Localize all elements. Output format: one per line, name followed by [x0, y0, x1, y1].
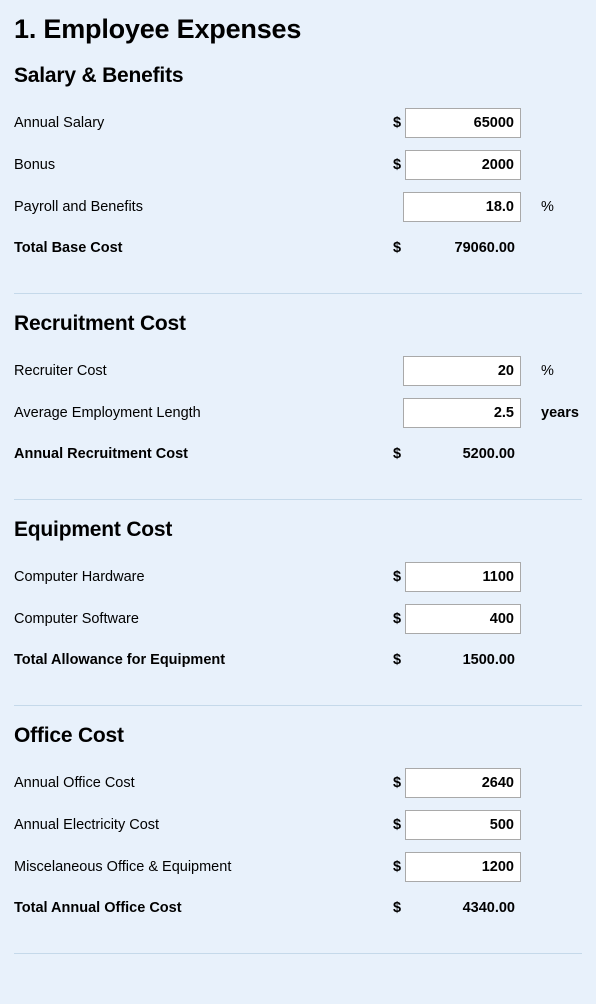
label-annual-recruitment-cost: Annual Recruitment Cost: [14, 446, 189, 462]
label-total-annual-office-cost: Total Annual Office Cost: [14, 900, 182, 916]
currency-symbol-miscelaneous-office-and-equipment: $: [392, 859, 402, 875]
input-computer-software[interactable]: [406, 605, 520, 633]
currency-symbol-annual-electricity-cost: $: [392, 817, 402, 833]
section-recruitment-cost: Recruitment CostRecruiter Cost%Average E…: [14, 294, 582, 482]
input-wrapper-average-employment-length: [403, 398, 521, 428]
input-wrapper-annual-salary: [405, 108, 521, 138]
row-miscelaneous-office-and-equipment: Miscelaneous Office & Equipment $: [14, 846, 582, 888]
label-bonus: Bonus: [14, 157, 56, 173]
currency-symbol-annual-salary: $: [392, 115, 402, 131]
row-total-base-cost: Total Base Cost $79060.00: [14, 228, 582, 268]
value-total-allowance-for-equipment: 1500.00: [462, 652, 515, 668]
currency-symbol-annual-recruitment-cost: $: [392, 446, 402, 462]
input-computer-hardware[interactable]: [406, 563, 520, 591]
currency-symbol-total-base-cost: $: [392, 240, 402, 256]
row-annual-electricity-cost: Annual Electricity Cost $: [14, 804, 582, 846]
value-annual-recruitment-cost: 5200.00: [462, 446, 515, 462]
input-wrapper-payroll-and-benefits: [403, 192, 521, 222]
currency-symbol-annual-office-cost: $: [392, 775, 402, 791]
page-title: 1. Employee Expenses: [14, 14, 302, 44]
label-miscelaneous-office-and-equipment: Miscelaneous Office & Equipment: [14, 859, 232, 875]
input-wrapper-annual-office-cost: [405, 768, 521, 798]
section-title-office-cost: Office Cost: [14, 724, 124, 747]
input-miscelaneous-office-and-equipment[interactable]: [406, 853, 520, 881]
section-equipment-cost: Equipment CostComputer Hardware$Computer…: [14, 500, 582, 688]
row-bonus: Bonus $: [14, 144, 582, 186]
section-salary-and-benefits: Salary & Benefits Annual Salary $ Bonus $ Pay…: [14, 46, 582, 276]
row-annual-recruitment-cost: Annual Recruitment Cost $5200.00: [14, 434, 582, 474]
section-title-recruitment-cost: Recruitment Cost: [14, 312, 186, 335]
label-computer-software: Computer Software: [14, 611, 139, 627]
input-wrapper-bonus: [405, 150, 521, 180]
section-office-cost: Office CostAnnual Office Cost$Annual Ele…: [14, 706, 582, 936]
input-annual-electricity-cost[interactable]: [406, 811, 520, 839]
input-average-employment-length[interactable]: [404, 399, 520, 427]
section-divider: [14, 953, 582, 954]
input-annual-salary[interactable]: [406, 109, 520, 137]
label-recruiter-cost: Recruiter Cost: [14, 363, 107, 379]
input-annual-office-cost[interactable]: [406, 769, 520, 797]
row-average-employment-length: Average Employment Length years: [14, 392, 582, 434]
currency-symbol-computer-hardware: $: [392, 569, 402, 585]
currency-symbol-bonus: $: [392, 157, 402, 173]
input-payroll-and-benefits[interactable]: [404, 193, 520, 221]
currency-symbol-computer-software: $: [392, 611, 402, 627]
input-wrapper-computer-hardware: [405, 562, 521, 592]
input-recruiter-cost[interactable]: [404, 357, 520, 385]
row-annual-salary: Annual Salary $: [14, 102, 582, 144]
label-payroll-and-benefits: Payroll and Benefits: [14, 199, 143, 215]
unit-payroll-and-benefits: %: [541, 199, 554, 215]
row-annual-office-cost: Annual Office Cost $: [14, 762, 582, 804]
input-wrapper-miscelaneous-office-and-equipment: [405, 852, 521, 882]
input-wrapper-recruiter-cost: [403, 356, 521, 386]
input-wrapper-annual-electricity-cost: [405, 810, 521, 840]
label-total-base-cost: Total Base Cost: [14, 240, 123, 256]
employee-expenses-form: 1. Employee Expenses Salary & Benefits An…: [0, 0, 596, 1004]
row-payroll-and-benefits: Payroll and Benefits%: [14, 186, 582, 228]
row-total-allowance-for-equipment: Total Allowance for Equipment $1500.00: [14, 640, 582, 680]
row-total-annual-office-cost: Total Annual Office Cost $4340.00: [14, 888, 582, 928]
section-title-equipment-cost: Equipment Cost: [14, 518, 173, 541]
row-computer-hardware: Computer Hardware $: [14, 556, 582, 598]
value-total-base-cost: 79060.00: [454, 240, 515, 256]
label-annual-electricity-cost: Annual Electricity Cost: [14, 817, 160, 833]
label-average-employment-length: Average Employment Length: [14, 405, 201, 421]
input-bonus[interactable]: [406, 151, 520, 179]
sections-container: Salary & Benefits Annual Salary $ Bonus $ Pay…: [14, 46, 582, 954]
label-computer-hardware: Computer Hardware: [14, 569, 145, 585]
unit-average-employment-length: years: [541, 405, 579, 421]
label-total-allowance-for-equipment: Total Allowance for Equipment: [14, 652, 226, 668]
value-total-annual-office-cost: 4340.00: [462, 900, 515, 916]
section-title-salary-and-benefits: Salary & Benefits: [14, 64, 184, 87]
label-annual-office-cost: Annual Office Cost: [14, 775, 135, 791]
unit-recruiter-cost: %: [541, 363, 554, 379]
currency-symbol-total-annual-office-cost: $: [392, 900, 402, 916]
row-recruiter-cost: Recruiter Cost%: [14, 350, 582, 392]
label-annual-salary: Annual Salary: [14, 115, 105, 131]
input-wrapper-computer-software: [405, 604, 521, 634]
row-computer-software: Computer Software $: [14, 598, 582, 640]
currency-symbol-total-allowance-for-equipment: $: [392, 652, 402, 668]
